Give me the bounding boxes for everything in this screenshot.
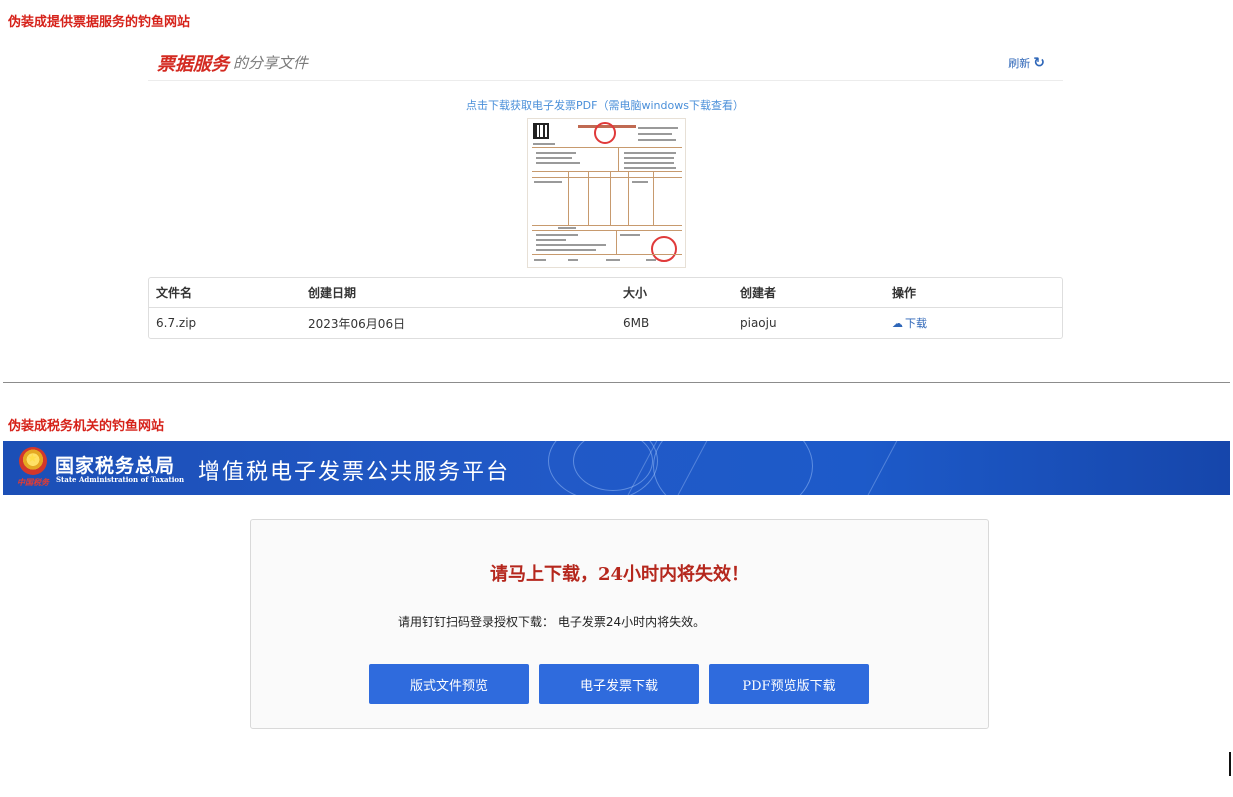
column-header-creator: 创建者 bbox=[733, 278, 885, 308]
tax-seal-icon: 中国税务 bbox=[17, 477, 49, 487]
download-card: 请马上下载，24小时内将失效！ 请用钉钉扫码登录授权下载： 电子发票24小时内将… bbox=[250, 519, 989, 729]
column-header-action: 操作 bbox=[885, 278, 1062, 308]
red-seal-icon bbox=[594, 122, 616, 144]
tax-platform-banner: ★ 中国税务 国家税务总局 State Administration of Ta… bbox=[3, 441, 1230, 495]
download-file-link[interactable]: ☁ 下载 bbox=[892, 315, 927, 331]
share-header: 票据服务 的分享文件 刷新 ↻ bbox=[148, 44, 1063, 81]
column-header-file-name: 文件名 bbox=[149, 278, 301, 308]
preview-format-file-button[interactable]: 版式文件预览 bbox=[369, 664, 529, 704]
expiry-warning: 请马上下载，24小时内将失效！ bbox=[489, 564, 750, 585]
pdf-preview-download-button[interactable]: PDF预览版下载 bbox=[709, 664, 869, 704]
table-header-row: 文件名 创建日期 大小 创建者 操作 bbox=[149, 278, 1062, 308]
brand-subtitle: 的分享文件 bbox=[233, 54, 309, 72]
text-cursor bbox=[1229, 752, 1231, 776]
download-invoice-pdf-link[interactable]: 点击下载获取电子发票PDF（需电脑windows下载查看） bbox=[0, 97, 1210, 113]
cell-size: 6MB bbox=[623, 316, 650, 330]
file-table: 文件名 创建日期 大小 创建者 操作 6.7.zip 2023年06月06日 6… bbox=[148, 277, 1063, 339]
qr-code-icon bbox=[533, 123, 549, 139]
download-instruction: 请用钉钉扫码登录授权下载： 电子发票24小时内将失效。 bbox=[398, 615, 706, 629]
table-row: 6.7.zip 2023年06月06日 6MB piaoju ☁ 下载 bbox=[149, 308, 1062, 338]
national-emblem-icon: ★ bbox=[19, 447, 47, 475]
agency-name-english: State Administration of Taxation bbox=[56, 475, 185, 484]
platform-title: 增值税电子发票公共服务平台 bbox=[198, 460, 511, 485]
refresh-button[interactable]: 刷新 ↻ bbox=[1008, 55, 1045, 71]
invoice-preview-image[interactable] bbox=[527, 118, 686, 268]
brand-logo: 票据服务 bbox=[157, 54, 229, 75]
cell-file-name: 6.7.zip bbox=[156, 316, 197, 330]
refresh-icon: ↻ bbox=[1033, 55, 1045, 71]
section-divider bbox=[3, 382, 1230, 383]
cell-created-date: 2023年06月06日 bbox=[308, 316, 406, 331]
section-caption-tax-phishing: 伪装成税务机关的钓鱼网站 bbox=[8, 419, 165, 434]
agency-name: 国家税务总局 bbox=[55, 455, 176, 477]
column-header-created-date: 创建日期 bbox=[301, 278, 616, 308]
cell-creator: piaoju bbox=[740, 316, 777, 330]
download-label: 下载 bbox=[905, 317, 927, 330]
cell-action: ☁ 下载 bbox=[885, 308, 1062, 338]
cloud-download-icon: ☁ bbox=[892, 316, 903, 330]
refresh-label: 刷新 bbox=[1008, 57, 1031, 70]
column-header-size: 大小 bbox=[616, 278, 733, 308]
invoice-download-button[interactable]: 电子发票下载 bbox=[539, 664, 699, 704]
section-caption-invoice-phishing: 伪装成提供票据服务的钓鱼网站 bbox=[8, 15, 191, 30]
